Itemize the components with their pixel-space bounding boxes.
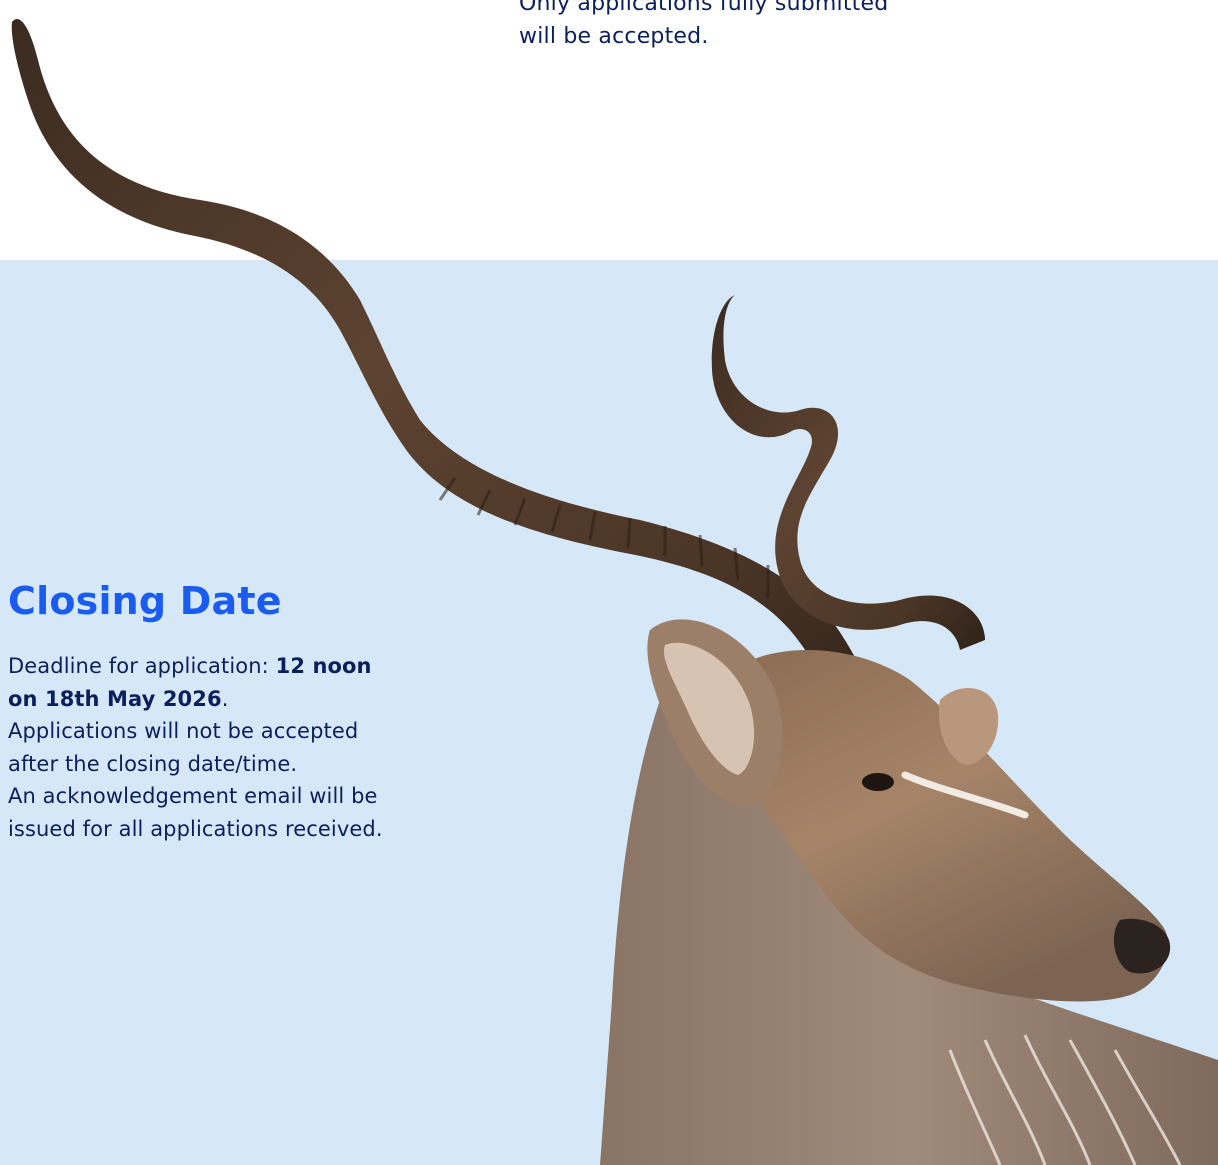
closing-date-section: Closing Date Deadline for application: 1… [8,572,468,845]
submission-note-line-1: Only applications fully submitted [519,0,889,16]
deadline-prefix: Deadline for application: [8,654,276,678]
kudu-eye [862,773,894,791]
deadline-date: on 18th May 2026 [8,686,222,711]
submission-note: Only applications fully submitted will b… [519,0,959,53]
deadline-time: 12 noon [275,654,372,678]
closing-date-body: Deadline for application: 12 noon on 18t… [8,650,468,845]
acknowledgement-line-1: An acknowledgement email will be [8,784,378,808]
deadline-suffix: . [221,686,229,711]
submission-note-line-2: will be accepted. [519,24,709,49]
deadline-line-1: Deadline for application: 12 noon [8,650,468,683]
deadline-line-2: on 18th May 2026. [8,683,468,716]
not-accepted-line-2: after the closing date/time. [8,751,298,776]
acknowledgement-line-2: issued for all applications received. [8,816,383,841]
closing-date-heading: Closing Date [8,579,282,623]
not-accepted-line-1: Applications will not be accepted [8,719,359,743]
